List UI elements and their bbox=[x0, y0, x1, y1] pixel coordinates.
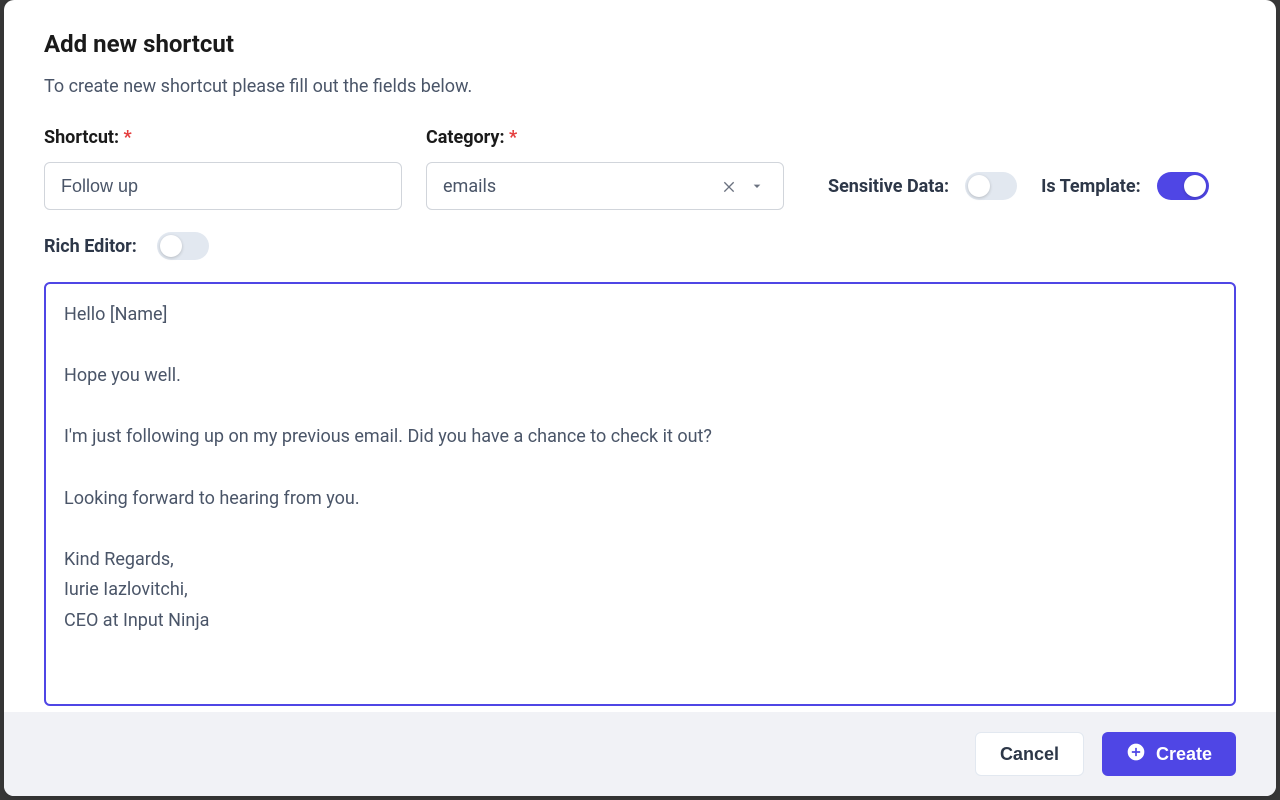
dialog-footer: Cancel Create bbox=[4, 712, 1276, 796]
category-value: emails bbox=[443, 176, 715, 197]
toggle-knob bbox=[1184, 175, 1206, 197]
category-select[interactable]: emails bbox=[426, 162, 784, 210]
toggle-knob bbox=[160, 235, 182, 257]
dialog-subtitle: To create new shortcut please fill out t… bbox=[44, 76, 1236, 97]
required-marker: * bbox=[509, 127, 517, 148]
shortcut-field-group: Shortcut: * bbox=[44, 127, 402, 210]
is-template-toggle[interactable] bbox=[1157, 172, 1209, 200]
rich-editor-toggle[interactable] bbox=[157, 232, 209, 260]
clear-category-icon[interactable] bbox=[715, 172, 743, 200]
sensitive-data-toggle[interactable] bbox=[965, 172, 1017, 200]
plus-circle-icon bbox=[1126, 742, 1146, 767]
cancel-button[interactable]: Cancel bbox=[975, 732, 1084, 776]
fields-row-2: Rich Editor: bbox=[44, 232, 1236, 260]
fields-row-1: Shortcut: * Category: * emails bbox=[44, 127, 1236, 210]
rich-editor-label: Rich Editor: bbox=[44, 236, 137, 257]
create-button[interactable]: Create bbox=[1102, 732, 1236, 776]
category-field-group: Category: * emails bbox=[426, 127, 784, 210]
category-label-text: Category: bbox=[426, 127, 509, 148]
shortcut-input[interactable] bbox=[44, 162, 402, 210]
required-marker: * bbox=[124, 127, 132, 148]
toggle-knob bbox=[968, 175, 990, 197]
add-shortcut-dialog: Add new shortcut To create new shortcut … bbox=[4, 0, 1276, 796]
shortcut-label-text: Shortcut: bbox=[44, 127, 124, 148]
dialog-body: Add new shortcut To create new shortcut … bbox=[4, 0, 1276, 712]
sensitive-data-block: Sensitive Data: bbox=[828, 162, 1017, 210]
sensitive-data-label: Sensitive Data: bbox=[828, 176, 949, 197]
dialog-title: Add new shortcut bbox=[44, 30, 1236, 58]
is-template-block: Is Template: bbox=[1041, 162, 1209, 210]
chevron-down-icon[interactable] bbox=[743, 172, 771, 200]
shortcut-label: Shortcut: * bbox=[44, 127, 402, 148]
create-button-label: Create bbox=[1156, 744, 1212, 765]
is-template-label: Is Template: bbox=[1041, 176, 1141, 197]
category-label: Category: * bbox=[426, 127, 784, 148]
shortcut-content-editor[interactable] bbox=[44, 282, 1236, 706]
